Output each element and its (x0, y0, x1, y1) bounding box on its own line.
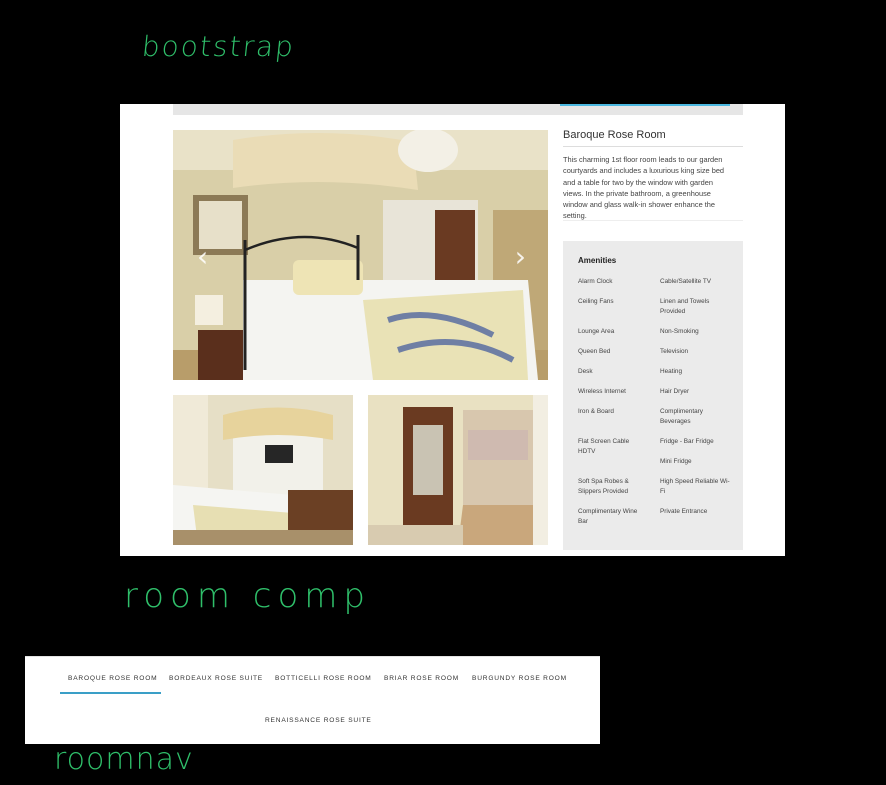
tab-burgundy-rose-room[interactable]: BURGUNDY ROSE ROOM (472, 675, 567, 682)
amenity-item: Hair Dryer (660, 388, 690, 395)
tab-briar-rose-room[interactable]: BRIAR ROSE ROOM (384, 675, 459, 682)
amenity-item: Television (660, 348, 689, 355)
carousel-next-arrow-icon[interactable]: › (515, 240, 526, 273)
amenity-item: Private Entrance (660, 508, 708, 515)
amenity-item: Iron & Board (578, 408, 614, 415)
amenity-item: Flat Screen Cable HDTV (578, 438, 630, 455)
amenity-item: Mini Fridge (660, 458, 692, 465)
amenity-item: Linen and Towels Provided (660, 298, 710, 315)
tab-bordeaux-rose-suite[interactable]: BORDEAUX ROSE SUITE (169, 675, 263, 682)
room-photo-thumbnail-1[interactable] (173, 395, 353, 545)
amenities-title: Amenities (578, 256, 617, 265)
carousel-photo-bedroom (173, 130, 548, 380)
annotation-bootstrap: bootstrap (140, 30, 297, 63)
tab-renaissance-rose-suite[interactable]: RENAISSANCE ROSE SUITE (265, 717, 372, 724)
room-description: This charming 1st floor room leads to ou… (563, 155, 725, 221)
carousel-prev-arrow-icon[interactable]: ‹ (197, 240, 208, 273)
amenity-item: Wireless Internet (578, 388, 626, 395)
tab-botticelli-rose-room[interactable]: BOTTICELLI ROSE ROOM (275, 675, 372, 682)
room-carousel[interactable]: ‹ › (173, 130, 548, 380)
room-component: ‹ › Baroque Rose Room This charming 1st … (120, 104, 785, 556)
room-title: Baroque Rose Room (563, 129, 743, 147)
divider (25, 656, 600, 657)
amenity-item: Fridge - Bar Fridge (660, 438, 714, 445)
amenity-item: Queen Bed (578, 348, 611, 355)
tab-baroque-rose-room[interactable]: BAROQUE ROSE ROOM (68, 675, 157, 682)
amenity-item: Heating (660, 368, 683, 375)
thumbnail-photo-wardrobe-bathroom (368, 395, 548, 545)
amenity-item: Lounge Area (578, 328, 615, 335)
amenity-item: Complimentary Wine Bar (578, 508, 638, 525)
top-strip-accent (560, 104, 730, 106)
amenity-item: Soft Spa Robes & Slippers Provided (578, 478, 629, 495)
divider (563, 220, 743, 221)
amenity-item: Alarm Clock (578, 278, 613, 285)
amenity-item: High Speed Reliable Wi-Fi (660, 478, 730, 495)
amenity-item: Complimentary Beverages (660, 408, 703, 425)
amenity-item: Non-Smoking (660, 328, 699, 335)
thumbnail-photo-bedroom-window (173, 395, 353, 545)
amenity-item: Cable/Satellite TV (660, 278, 712, 285)
room-photo-thumbnail-2[interactable] (368, 395, 548, 545)
top-strip (173, 104, 743, 115)
annotation-room-comp: room comp (124, 576, 371, 616)
annotation-roomnav: roomnav (54, 742, 194, 777)
amenities-box: Amenities Alarm Clock Cable/Satellite TV… (563, 241, 743, 550)
amenity-item: Desk (578, 368, 593, 375)
active-tab-indicator (60, 692, 161, 694)
amenity-item: Ceiling Fans (578, 298, 614, 305)
room-nav: BAROQUE ROSE ROOM BORDEAUX ROSE SUITE BO… (25, 656, 600, 744)
